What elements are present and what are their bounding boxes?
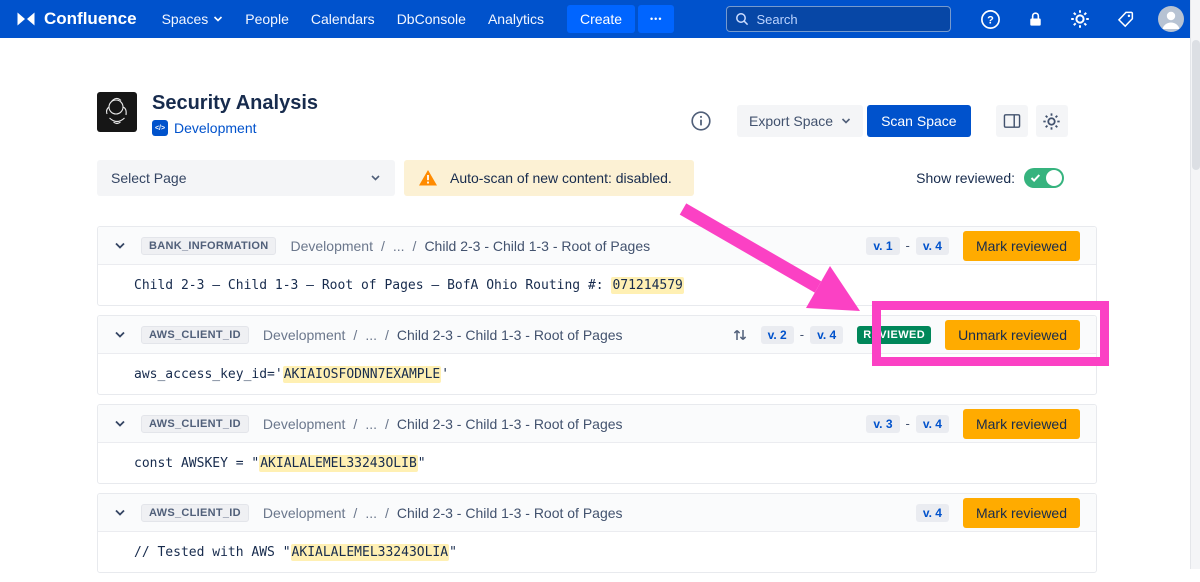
- breadcrumb-space[interactable]: Development: [263, 416, 346, 432]
- brand-name: Confluence: [44, 9, 137, 29]
- finding-snippet: // Tested with AWS "AKIALALEMEL33243OLIA…: [98, 532, 1096, 572]
- breadcrumb-page[interactable]: Child 2-3 - Child 1-3 - Root of Pages: [397, 327, 623, 343]
- finding-snippet: aws_access_key_id='AKIAIOSFODNN7EXAMPLE': [98, 354, 1096, 394]
- chevron-down-icon: [841, 117, 851, 125]
- finding-card: AWS_CLIENT_ID Development / ... / Child …: [97, 404, 1097, 484]
- breadcrumb: Development / ... / Child 2-3 - Child 1-…: [263, 505, 623, 521]
- unmark-reviewed-button[interactable]: Unmark reviewed: [945, 320, 1080, 350]
- finding-card: AWS_CLIENT_ID Development / ... / Child …: [97, 493, 1097, 573]
- space-link[interactable]: Development: [174, 120, 257, 136]
- autoscan-warning-banner: Auto-scan of new content: disabled.: [404, 160, 694, 196]
- lock-icon[interactable]: [1023, 7, 1047, 31]
- user-avatar[interactable]: [1158, 6, 1184, 32]
- finding-card: AWS_CLIENT_ID Development / ... / Child …: [97, 315, 1097, 395]
- finding-snippet: Child 2-3 – Child 1-3 – Root of Pages – …: [98, 265, 1096, 305]
- scan-space-button[interactable]: Scan Space: [867, 105, 971, 137]
- breadcrumb: Development / ... / Child 2-3 - Child 1-…: [263, 416, 623, 432]
- create-button[interactable]: Create: [567, 5, 635, 33]
- toggle-knob: [1046, 170, 1062, 186]
- version-chip-to[interactable]: v. 4: [916, 237, 949, 255]
- secret-highlight: AKIAIOSFODNN7EXAMPLE: [283, 366, 442, 383]
- version-chip-from[interactable]: v. 3: [866, 415, 899, 433]
- more-actions-button[interactable]: •••: [638, 5, 674, 33]
- nav-item-people[interactable]: People: [234, 0, 300, 38]
- scrollbar[interactable]: [1190, 0, 1200, 569]
- check-icon: [1030, 173, 1041, 183]
- space-header: Security Analysis </> Development: [97, 92, 318, 136]
- mark-reviewed-button[interactable]: Mark reviewed: [963, 498, 1080, 528]
- finding-type-badge: AWS_CLIENT_ID: [141, 326, 249, 344]
- finding-card: BANK_INFORMATION Development / ... / Chi…: [97, 226, 1097, 306]
- finding-snippet: const AWSKEY = "AKIALALEMEL33243OLIB": [98, 443, 1096, 483]
- show-reviewed-toggle[interactable]: [1024, 168, 1064, 188]
- top-navbar: Confluence Spaces People Calendars DbCon…: [0, 0, 1200, 38]
- collapse-chevron-icon[interactable]: [114, 419, 128, 428]
- breadcrumb-page[interactable]: Child 2-3 - Child 1-3 - Root of Pages: [424, 238, 650, 254]
- nav-item-calendars[interactable]: Calendars: [300, 0, 386, 38]
- warning-text: Auto-scan of new content: disabled.: [450, 170, 672, 186]
- finding-type-badge: AWS_CLIENT_ID: [141, 415, 249, 433]
- collapse-chevron-icon[interactable]: [114, 330, 128, 339]
- breadcrumb-page[interactable]: Child 2-3 - Child 1-3 - Root of Pages: [397, 505, 623, 521]
- breadcrumb-ellipsis[interactable]: ...: [393, 238, 405, 254]
- gear-icon[interactable]: [1068, 7, 1092, 31]
- chevron-down-icon: [213, 15, 223, 23]
- sidebar-layout-button[interactable]: [996, 105, 1028, 137]
- breadcrumb: Development / ... / Child 2-3 - Child 1-…: [263, 327, 623, 343]
- breadcrumb-page[interactable]: Child 2-3 - Child 1-3 - Root of Pages: [397, 416, 623, 432]
- breadcrumb-space[interactable]: Development: [263, 505, 346, 521]
- breadcrumb-ellipsis[interactable]: ...: [365, 327, 377, 343]
- space-avatar[interactable]: [97, 92, 137, 132]
- secret-highlight: AKIALALEMEL33243OLIB: [259, 455, 418, 472]
- version-chip-from[interactable]: v. 1: [866, 237, 899, 255]
- svg-text:?: ?: [987, 14, 994, 26]
- finding-type-badge: AWS_CLIENT_ID: [141, 504, 249, 522]
- confluence-page: { "navbar": { "brand": "Confluence", "it…: [0, 0, 1200, 569]
- nav-item-dbconsole[interactable]: DbConsole: [386, 0, 477, 38]
- breadcrumb-space[interactable]: Development: [263, 327, 346, 343]
- scrollbar-thumb[interactable]: [1192, 40, 1200, 170]
- findings-list: BANK_INFORMATION Development / ... / Chi…: [97, 226, 1097, 582]
- select-page-dropdown[interactable]: Select Page: [97, 160, 395, 196]
- finding-type-badge: BANK_INFORMATION: [141, 237, 276, 255]
- space-settings-gear-button[interactable]: [1036, 105, 1068, 137]
- confluence-logo[interactable]: Confluence: [16, 9, 137, 29]
- info-icon[interactable]: [690, 110, 712, 132]
- filter-toolbar: Select Page Auto-scan of new content: di…: [97, 160, 1097, 196]
- version-chip-from[interactable]: v. 2: [761, 326, 794, 344]
- secret-highlight: AKIALALEMEL33243OLIA: [291, 544, 450, 561]
- reviewed-badge: REVIEWED: [857, 326, 931, 344]
- mark-reviewed-button[interactable]: Mark reviewed: [963, 231, 1080, 261]
- collapse-chevron-icon[interactable]: [114, 241, 128, 250]
- show-reviewed-label: Show reviewed:: [916, 170, 1015, 186]
- search-icon: [735, 12, 749, 26]
- secret-highlight: 071214579: [611, 277, 683, 294]
- search-box[interactable]: [726, 6, 951, 32]
- export-space-button[interactable]: Export Space: [737, 105, 863, 137]
- code-space-icon: </>: [152, 120, 168, 136]
- search-input[interactable]: [756, 12, 942, 27]
- chevron-down-icon: [370, 174, 381, 182]
- breadcrumb-ellipsis[interactable]: ...: [365, 416, 377, 432]
- confluence-logo-icon: [16, 9, 36, 29]
- label-tag-icon[interactable]: [1113, 7, 1137, 31]
- version-chip-to[interactable]: v. 4: [810, 326, 843, 344]
- compare-versions-icon[interactable]: [732, 327, 748, 343]
- breadcrumb-space[interactable]: Development: [290, 238, 373, 254]
- collapse-chevron-icon[interactable]: [114, 508, 128, 517]
- nav-item-spaces[interactable]: Spaces: [151, 0, 235, 38]
- warning-icon: [418, 169, 438, 187]
- page-title: Security Analysis: [152, 92, 318, 114]
- breadcrumb-ellipsis[interactable]: ...: [365, 505, 377, 521]
- version-chip-to[interactable]: v. 4: [916, 415, 949, 433]
- mark-reviewed-button[interactable]: Mark reviewed: [963, 409, 1080, 439]
- space-header-actions: Export Space Scan Space: [690, 105, 1068, 137]
- help-icon[interactable]: ?: [978, 7, 1002, 31]
- breadcrumb: Development / ... / Child 2-3 - Child 1-…: [290, 238, 650, 254]
- nav-item-analytics[interactable]: Analytics: [477, 0, 555, 38]
- version-chip-to[interactable]: v. 4: [916, 504, 949, 522]
